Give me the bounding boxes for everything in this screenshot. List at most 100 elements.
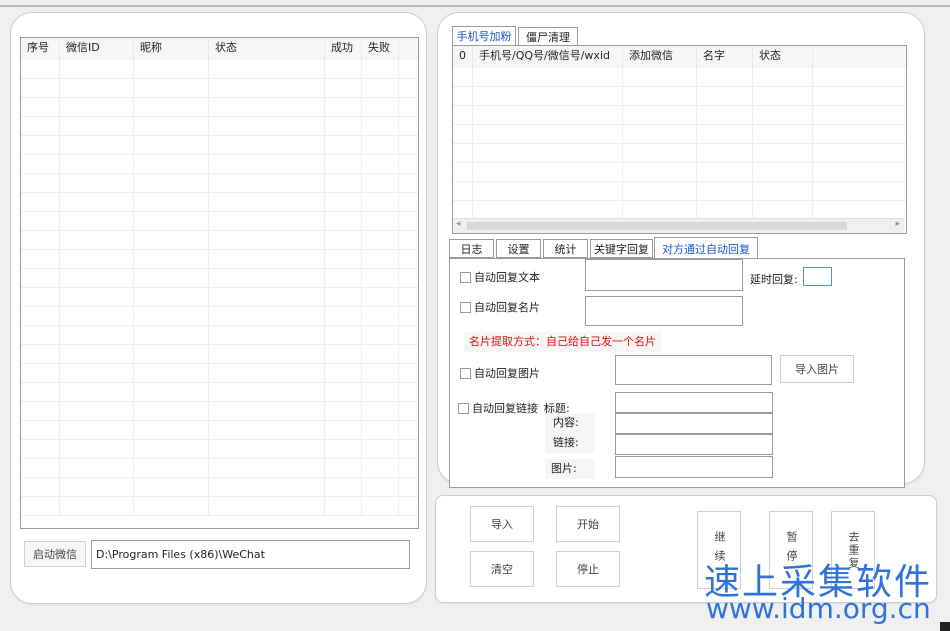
table-cell[interactable] <box>623 182 697 200</box>
table-cell[interactable] <box>134 98 209 116</box>
table-cell[interactable] <box>362 212 399 230</box>
auto-reply-text-checkbox[interactable]: 自动回复文本 <box>460 269 540 285</box>
table-cell[interactable] <box>60 250 134 268</box>
table-cell[interactable] <box>134 497 209 515</box>
table-row[interactable] <box>453 68 906 87</box>
table-row[interactable] <box>21 307 418 326</box>
import-button[interactable]: 导入 <box>470 506 534 542</box>
table-cell[interactable] <box>473 106 623 124</box>
table-cell[interactable] <box>753 87 813 105</box>
table-row[interactable] <box>21 212 418 231</box>
table-cell[interactable] <box>325 79 362 97</box>
table-cell[interactable] <box>21 155 60 173</box>
table-cell[interactable] <box>697 68 753 86</box>
scroll-thumb[interactable] <box>467 222 847 230</box>
table-cell[interactable] <box>134 440 209 458</box>
table-cell[interactable] <box>209 98 325 116</box>
table-cell[interactable] <box>362 231 399 249</box>
table-cell[interactable] <box>60 288 134 306</box>
table-cell[interactable] <box>623 144 697 162</box>
table-cell[interactable] <box>473 87 623 105</box>
table-row[interactable] <box>21 326 418 345</box>
table-cell[interactable] <box>362 193 399 211</box>
stop-button[interactable]: 停止 <box>556 551 620 587</box>
table-cell[interactable] <box>60 345 134 363</box>
col-status[interactable]: 状态 <box>209 38 325 60</box>
table-cell[interactable] <box>753 144 813 162</box>
checkbox-box[interactable] <box>460 301 471 313</box>
table-row[interactable] <box>21 364 418 383</box>
table-cell[interactable] <box>60 136 134 154</box>
table-cell[interactable] <box>134 383 209 401</box>
table-cell[interactable] <box>362 383 399 401</box>
table-row[interactable] <box>21 193 418 212</box>
tab-auto-reply-on-accept[interactable]: 对方通过自动回复 <box>654 237 758 259</box>
table-row[interactable] <box>21 288 418 307</box>
table-cell[interactable] <box>21 345 60 363</box>
table-cell[interactable] <box>453 87 473 105</box>
table-cell[interactable] <box>134 459 209 477</box>
table-cell[interactable] <box>60 60 134 78</box>
table-cell[interactable] <box>362 307 399 325</box>
table-cell[interactable] <box>21 459 60 477</box>
table-cell[interactable] <box>325 60 362 78</box>
tab-add-by-phone[interactable]: 手机号加粉 <box>452 26 516 45</box>
tab-settings[interactable]: 设置 <box>496 239 541 258</box>
table-cell[interactable] <box>209 497 325 515</box>
table-cell[interactable] <box>209 459 325 477</box>
table-cell[interactable] <box>453 182 473 200</box>
table-cell[interactable] <box>134 269 209 287</box>
table-cell[interactable] <box>209 307 325 325</box>
table-row[interactable] <box>21 174 418 193</box>
table-cell[interactable] <box>362 288 399 306</box>
delay-reply-input[interactable] <box>803 267 832 286</box>
table-cell[interactable] <box>623 163 697 181</box>
table-cell[interactable] <box>134 288 209 306</box>
auto-reply-link-checkbox[interactable]: 自动回复链接 <box>458 400 538 416</box>
table-cell[interactable] <box>60 402 134 420</box>
table-cell[interactable] <box>697 125 753 143</box>
tab-keyword-reply[interactable]: 关键字回复 <box>590 239 653 258</box>
table-cell[interactable] <box>473 144 623 162</box>
table-cell[interactable] <box>21 60 60 78</box>
scroll-right-icon[interactable]: ▸ <box>895 219 900 229</box>
table-row[interactable] <box>21 402 418 421</box>
wechat-path-field[interactable]: D:\Program Files (x86)\WeChat <box>91 540 410 569</box>
table-row[interactable] <box>453 87 906 106</box>
table-cell[interactable] <box>697 87 753 105</box>
col-index[interactable]: 序号 <box>21 38 60 60</box>
table-cell[interactable] <box>21 364 60 382</box>
table-row[interactable] <box>21 459 418 478</box>
col-phone-status[interactable]: 状态 <box>753 46 813 68</box>
table-cell[interactable] <box>134 250 209 268</box>
auto-reply-card-input[interactable] <box>585 296 743 326</box>
table-cell[interactable] <box>21 250 60 268</box>
table-row[interactable] <box>21 345 418 364</box>
table-cell[interactable] <box>21 402 60 420</box>
tab-log[interactable]: 日志 <box>449 239 494 258</box>
import-image-button[interactable]: 导入图片 <box>780 355 854 383</box>
table-cell[interactable] <box>134 231 209 249</box>
tab-zombie-clean[interactable]: 僵尸清理 <box>518 27 578 45</box>
table-cell[interactable] <box>362 250 399 268</box>
table-cell[interactable] <box>21 288 60 306</box>
link-picture-input[interactable] <box>615 456 773 478</box>
col-wechat-id[interactable]: 微信ID <box>60 38 134 60</box>
table-cell[interactable] <box>60 383 134 401</box>
table-cell[interactable] <box>362 155 399 173</box>
table-cell[interactable] <box>60 269 134 287</box>
table-cell[interactable] <box>60 440 134 458</box>
table-cell[interactable] <box>134 136 209 154</box>
table-cell[interactable] <box>473 163 623 181</box>
table-cell[interactable] <box>753 68 813 86</box>
table-cell[interactable] <box>697 182 753 200</box>
table-cell[interactable] <box>21 269 60 287</box>
table-cell[interactable] <box>325 136 362 154</box>
col-nickname[interactable]: 昵称 <box>134 38 209 60</box>
table-cell[interactable] <box>209 478 325 496</box>
table-cell[interactable] <box>325 440 362 458</box>
table-cell[interactable] <box>325 231 362 249</box>
table-cell[interactable] <box>362 402 399 420</box>
tab-stats[interactable]: 统计 <box>543 239 588 258</box>
table-cell[interactable] <box>623 87 697 105</box>
